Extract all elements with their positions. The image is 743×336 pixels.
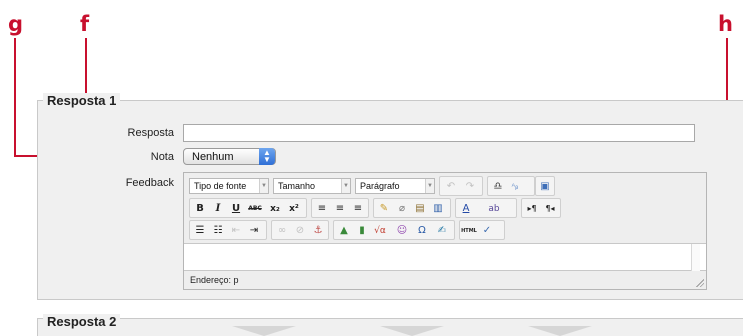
align-center-icon[interactable]: ≡ bbox=[332, 201, 348, 217]
list-group: ☰ ☷ ⇤ ⇥ bbox=[189, 220, 267, 240]
cleanup-icon[interactable]: ✎ bbox=[376, 201, 392, 217]
select-arrows-icon: ▲ ▼ bbox=[259, 148, 275, 165]
answer-1-legend: Resposta 1 bbox=[43, 93, 121, 109]
indent-icon[interactable]: ⇥ bbox=[246, 223, 262, 239]
align-group: ≡ ≡ ≡ bbox=[311, 198, 369, 218]
callout-f: f bbox=[80, 12, 90, 36]
editor-scrollbar[interactable] bbox=[691, 244, 700, 271]
chevron-down-icon: ▼ bbox=[425, 179, 434, 193]
divider-shadow bbox=[380, 326, 444, 336]
font-family-select-label: Tipo de fonte bbox=[194, 181, 247, 191]
superscript-icon[interactable]: x² bbox=[286, 201, 302, 217]
equation-icon[interactable]: √α bbox=[372, 223, 388, 239]
feedback-edit-area[interactable] bbox=[184, 243, 706, 271]
divider-shadow bbox=[528, 326, 592, 336]
resposta-label: Resposta bbox=[127, 127, 174, 139]
clean-group: ✎ ⌀ ▤ ▥ bbox=[373, 198, 451, 218]
resposta-input[interactable] bbox=[183, 124, 695, 142]
find-icon[interactable]: ♎ bbox=[490, 179, 506, 195]
paste-text-icon[interactable]: ▤ bbox=[412, 201, 428, 217]
feedback-editor: Tipo de fonte ▼ Tamanho ▼ Parágrafo ▼ ↶ … bbox=[183, 172, 707, 290]
edit-icon[interactable]: ✍ bbox=[434, 223, 450, 239]
outdent-icon[interactable]: ⇤ bbox=[228, 223, 244, 239]
rtl-icon[interactable]: ¶◂ bbox=[542, 201, 558, 217]
resize-handle-icon[interactable] bbox=[695, 278, 704, 287]
redo-icon[interactable]: ↷ bbox=[462, 179, 478, 195]
paragraph-select-label: Parágrafo bbox=[360, 181, 400, 191]
undo-redo-group: ↶ ↷ bbox=[439, 176, 483, 196]
ltr-icon[interactable]: ▸¶ bbox=[524, 201, 540, 217]
html-spell-group: HTML ✓ bbox=[459, 220, 505, 240]
undo-icon[interactable]: ↶ bbox=[443, 179, 459, 195]
insert-group: ▲ ▮ √α ☺ Ω ✍ bbox=[333, 220, 455, 240]
format-group: B I U ABC x₂ x² bbox=[189, 198, 307, 218]
text-color-icon[interactable]: A bbox=[458, 201, 474, 217]
html-icon[interactable]: HTML bbox=[461, 223, 477, 239]
chevron-down-icon: ▼ bbox=[259, 179, 268, 193]
bold-icon[interactable]: B bbox=[192, 201, 208, 217]
italic-icon[interactable]: I bbox=[210, 201, 226, 217]
align-left-icon[interactable]: ≡ bbox=[314, 201, 330, 217]
image-icon[interactable]: ▲ bbox=[336, 223, 352, 239]
callout-g-line-v bbox=[14, 38, 16, 157]
link-group: ∞ ⊘ ⚓ bbox=[271, 220, 329, 240]
media-icon[interactable]: ▮ bbox=[354, 223, 370, 239]
find-group: ♎ ᴬᵦ bbox=[487, 176, 535, 196]
font-family-select[interactable]: Tipo de fonte ▼ bbox=[189, 178, 269, 194]
unordered-list-icon[interactable]: ☰ bbox=[192, 223, 208, 239]
direction-group: ▸¶ ¶◂ bbox=[521, 198, 561, 218]
callout-h: h bbox=[718, 12, 733, 36]
color-group: A ab bbox=[455, 198, 517, 218]
nota-label: Nota bbox=[150, 151, 174, 163]
callout-f-line bbox=[85, 38, 87, 100]
fullscreen-icon[interactable]: ▣ bbox=[537, 179, 553, 195]
remove-format-icon[interactable]: ⌀ bbox=[394, 201, 410, 217]
nota-select[interactable]: Nenhum ▲ ▼ bbox=[183, 148, 276, 165]
paste-word-icon[interactable]: ▥ bbox=[430, 201, 446, 217]
chevron-down-icon: ▼ bbox=[341, 179, 350, 193]
answer-2-legend: Resposta 2 bbox=[43, 314, 121, 330]
emoticon-icon[interactable]: ☺ bbox=[394, 223, 410, 239]
divider-shadow bbox=[232, 326, 296, 336]
strikethrough-icon[interactable]: ABC bbox=[247, 201, 263, 217]
underline-icon[interactable]: U bbox=[228, 201, 244, 217]
subscript-icon[interactable]: x₂ bbox=[267, 201, 283, 217]
callout-g: g bbox=[8, 12, 24, 36]
align-right-icon[interactable]: ≡ bbox=[350, 201, 366, 217]
spellcheck-icon[interactable]: ✓ bbox=[479, 223, 495, 239]
editor-status-path: Endereço: p bbox=[190, 275, 239, 285]
unlink-icon[interactable]: ⊘ bbox=[292, 223, 308, 239]
font-size-select[interactable]: Tamanho ▼ bbox=[273, 178, 351, 194]
replace-icon[interactable]: ᴬᵦ bbox=[507, 179, 523, 195]
feedback-label: Feedback bbox=[125, 177, 174, 189]
special-char-icon[interactable]: Ω bbox=[414, 223, 430, 239]
nota-select-value: Nenhum bbox=[192, 151, 234, 163]
ordered-list-icon[interactable]: ☷ bbox=[210, 223, 226, 239]
paragraph-select[interactable]: Parágrafo ▼ bbox=[355, 178, 435, 194]
background-color-icon[interactable]: ab bbox=[486, 201, 502, 217]
font-size-select-label: Tamanho bbox=[278, 181, 316, 191]
link-icon[interactable]: ∞ bbox=[274, 223, 290, 239]
fullscreen-group: ▣ bbox=[535, 176, 555, 196]
anchor-icon[interactable]: ⚓ bbox=[310, 223, 326, 239]
